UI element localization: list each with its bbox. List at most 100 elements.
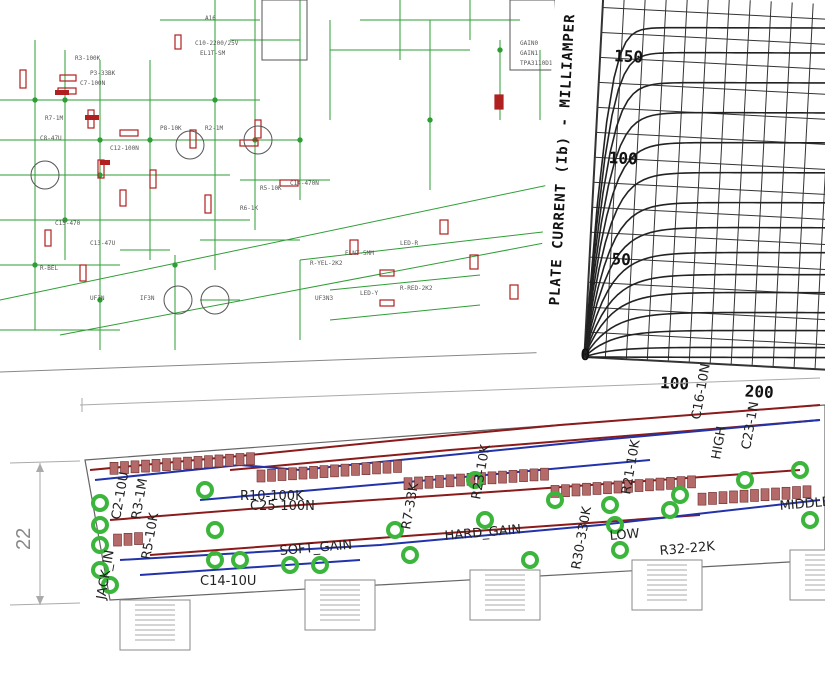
schematic-label: ELNT-5MM (345, 250, 374, 257)
smd-part (123, 533, 133, 546)
smd-part (571, 483, 581, 497)
silkscreen-label: HARD_GAIN (444, 522, 522, 544)
schematic-label: C7-100N (80, 80, 106, 87)
silkscreen-label: LOW (609, 526, 640, 544)
smd-part (445, 474, 455, 488)
smd-part (372, 461, 381, 475)
smd-part (393, 460, 402, 473)
dimension-value: 22 (13, 528, 35, 550)
through-hole-pad (661, 501, 679, 519)
schematic-label: UF3N3 (315, 295, 333, 302)
schematic-label: C10-2200/25V (195, 40, 239, 47)
through-hole-pad (601, 496, 619, 514)
schematic-label: R-RED-2K2 (400, 285, 433, 292)
smd-part (435, 475, 444, 488)
smd-part (162, 458, 171, 471)
smd-part (246, 452, 255, 466)
silkscreen-label: SOFT_GAIN (279, 538, 353, 559)
silkscreen-label: R30-330K (569, 505, 595, 571)
smd-part (487, 471, 497, 485)
collage-canvas: A16 C10-2200/25V EL1T-SM R3-100K P3-33BK C7-1… (0, 0, 825, 651)
schematic-label: R6-1K (240, 205, 258, 212)
through-hole-pad (801, 511, 819, 529)
through-hole-pad (671, 486, 689, 504)
smd-part (141, 459, 150, 473)
through-hole-pad (521, 551, 539, 569)
schematic-label: P8-10K (160, 125, 182, 132)
smd-part (382, 460, 392, 474)
smd-part (498, 470, 507, 484)
junction-dot (212, 97, 218, 103)
junction-dot (497, 47, 503, 53)
junction-dot (147, 137, 153, 143)
schematic-label: LED-R (400, 240, 418, 247)
graph-ytick-150: 150 (614, 46, 644, 66)
silkscreen-label: MIDDLE (779, 495, 825, 514)
smd-part (288, 467, 297, 481)
graph-ytick-100: 100 (608, 148, 638, 168)
junction-dot (32, 97, 38, 103)
smd-part (214, 454, 224, 468)
dimension-ext-top (9, 460, 81, 464)
schematic-label: TPA3110D1 (520, 60, 553, 67)
through-hole-pad (736, 471, 754, 489)
junction-dot (297, 137, 303, 143)
through-hole-pad (206, 521, 224, 539)
silkscreen-label: R10-100K (240, 489, 304, 504)
silkscreen-label: JACK_IN (94, 549, 118, 602)
schematic-capacitor (85, 115, 99, 120)
smd-part (193, 456, 203, 469)
silkscreen-label: C14-10U (200, 574, 256, 589)
schematic-label: P3-33BK (90, 70, 116, 77)
pcb-jacks (119, 549, 825, 651)
schematic-capacitor (55, 90, 69, 95)
smd-part (424, 475, 434, 489)
schematic-label: C8-47U (40, 135, 62, 142)
smd-part (319, 465, 329, 478)
pcb-layout: 22 JACK_INC2-10UR3-1MR5-10KC14-10UC25-10… (9, 362, 825, 651)
smd-part (456, 473, 465, 487)
smd-part (739, 489, 749, 503)
junction-dot (427, 117, 433, 123)
smd-part (235, 453, 245, 466)
smd-part (267, 468, 276, 482)
schematic-label: GAIN1 (520, 50, 538, 57)
smd-part (256, 469, 266, 483)
smd-part (592, 482, 602, 495)
smd-part (309, 466, 318, 479)
schematic-capacitor (495, 95, 503, 109)
smd-part (298, 466, 308, 480)
schematic-label: EL1T-SM (200, 50, 226, 57)
graph-ytick-0: 0 (580, 345, 591, 364)
through-hole-pad (231, 551, 249, 569)
schematic-label: GAIN0 (520, 40, 538, 47)
smd-part (151, 459, 161, 472)
smd-part (519, 469, 528, 482)
smd-part (603, 481, 612, 495)
schematic-label: C13-47U (90, 240, 116, 247)
schematic-label: R-BEL (40, 265, 58, 272)
graph-ytick-50: 50 (611, 249, 631, 269)
smd-part (708, 492, 717, 505)
smd-part (340, 463, 350, 477)
smd-part (750, 489, 759, 502)
through-hole-pad (311, 556, 329, 574)
smd-part (361, 462, 371, 475)
smd-part (760, 488, 770, 502)
schematic-label: C14-470N (290, 180, 319, 187)
smd-part (172, 457, 182, 471)
smd-part (113, 533, 122, 547)
smd-part (729, 490, 738, 504)
smd-part (204, 455, 213, 468)
through-hole-pad (91, 494, 109, 512)
schematic-label: LED-Y (360, 290, 378, 297)
smd-part (540, 467, 549, 481)
junction-dot (97, 137, 103, 143)
schematic-label: R3-100K (75, 55, 101, 62)
silkscreen-label: R7-33K (399, 481, 422, 530)
smd-part (351, 463, 360, 476)
through-hole-pad (611, 541, 629, 559)
smd-part (130, 460, 140, 474)
smd-part (183, 456, 192, 470)
schematic-capacitor (100, 160, 110, 165)
